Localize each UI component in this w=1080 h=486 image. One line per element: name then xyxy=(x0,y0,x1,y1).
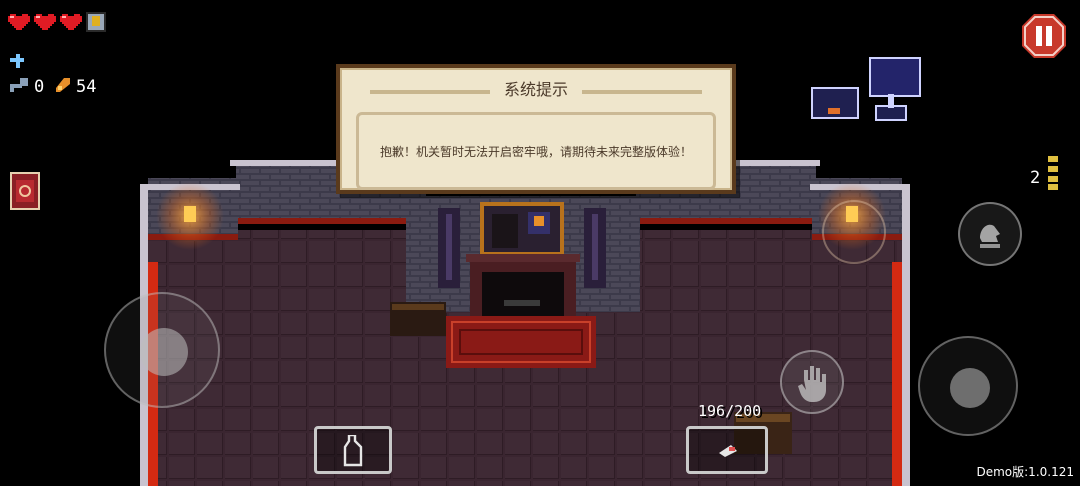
dialog-title: 系统提示 xyxy=(503,80,568,99)
dodge-roll-icon xyxy=(980,224,1000,248)
version-label: Demo版:1.0.121 xyxy=(976,465,1074,479)
summon-circle-button[interactable] xyxy=(822,200,886,264)
pause-button[interactable] xyxy=(1022,14,1066,58)
shells-count: 54 xyxy=(76,77,97,97)
game-screen: 0 54 2 系统提示 抱歉！机关暂时无法开启密牢哦，请期待未来完整版体验！ 1… xyxy=(0,0,1080,486)
system-dialog: 系统提示 抱歉！机关暂时无法开启密牢哦，请期待未来完整版体验！ xyxy=(336,64,736,194)
gun-icon xyxy=(719,445,737,457)
blank-icon xyxy=(10,54,24,68)
blanks-count: 2 xyxy=(1030,168,1041,188)
heart-icon xyxy=(60,14,82,30)
heart-icon xyxy=(34,14,56,30)
health-hearts xyxy=(8,12,106,32)
gun-slot[interactable] xyxy=(686,426,768,474)
move-joystick-knob[interactable] xyxy=(140,328,188,376)
aim-joystick[interactable] xyxy=(918,336,1018,436)
dialog-message: 抱歉！机关暂时无法开启密牢哦，请期待未来完整版体验！ xyxy=(379,144,692,159)
item-slot[interactable] xyxy=(10,172,40,210)
active-item-slot[interactable] xyxy=(314,426,392,474)
move-joystick[interactable] xyxy=(104,292,220,408)
key-icon xyxy=(10,78,28,92)
keys-count: 0 xyxy=(34,77,45,97)
pause-icon xyxy=(1022,14,1066,58)
ammo-counter: 196/200 xyxy=(698,402,762,420)
dialog-body: 抱歉！机关暂时无法开启密牢哦，请期待未来完整版体验！ xyxy=(356,112,716,190)
interact-button[interactable] xyxy=(780,350,844,414)
ammo-clip-icon xyxy=(1048,156,1058,190)
heart-icon xyxy=(8,14,30,30)
aim-joystick-knob[interactable] xyxy=(950,368,990,408)
hand-icon xyxy=(798,366,826,402)
dodge-button[interactable] xyxy=(958,202,1022,266)
shell-currency-icon xyxy=(56,78,70,92)
bottle-icon xyxy=(343,435,363,467)
armor-icon xyxy=(86,12,106,32)
spellbook-icon xyxy=(16,180,34,202)
